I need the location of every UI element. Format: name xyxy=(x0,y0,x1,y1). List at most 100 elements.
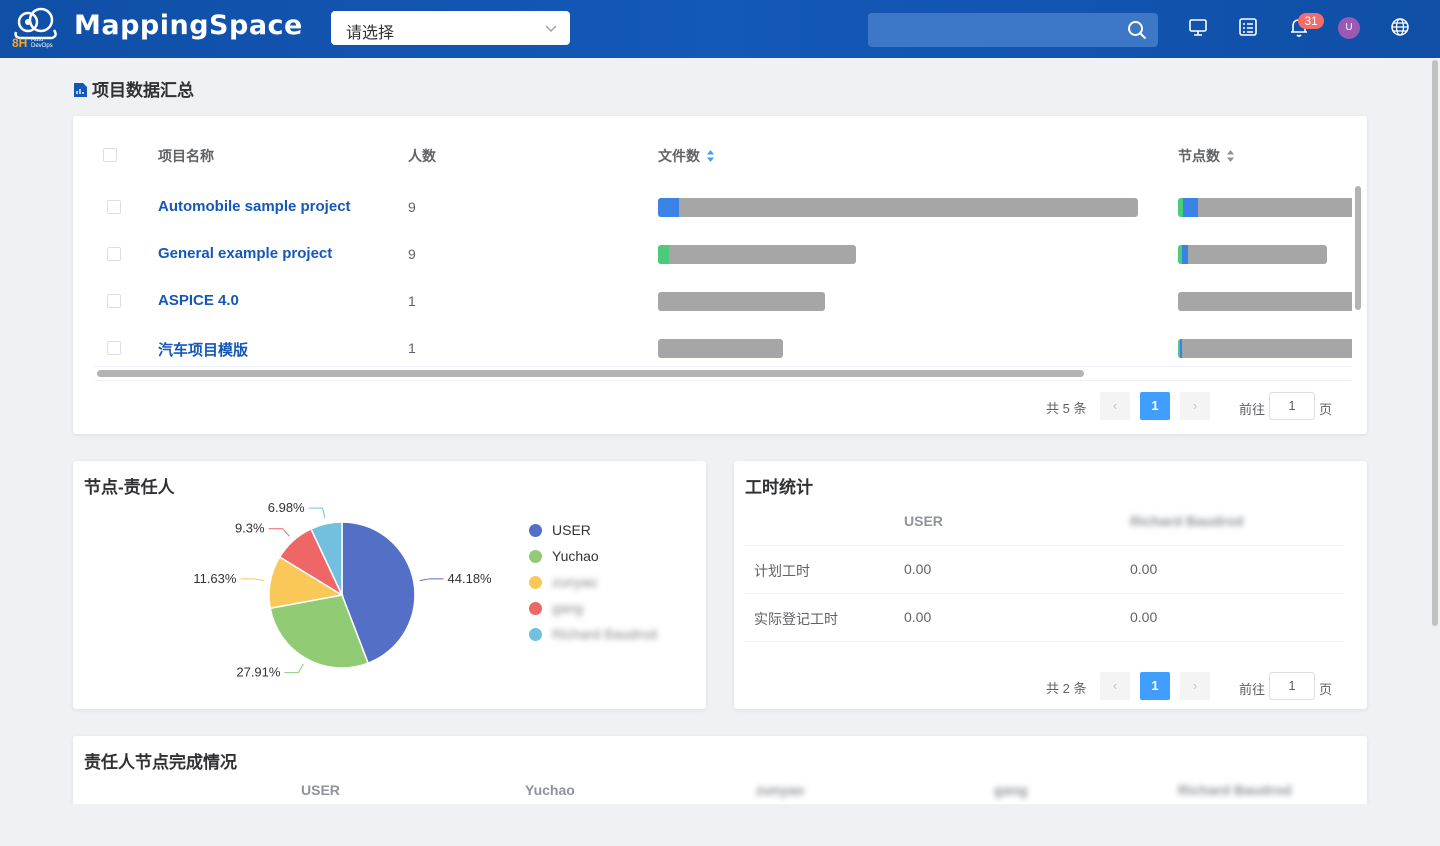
completion-card: 责任人节点完成情况 xyxy=(73,736,1367,804)
table-divider xyxy=(744,545,1344,546)
work-hours-column-header: Richard Baudrod xyxy=(1130,513,1244,529)
pie-data-label: 9.3% xyxy=(235,521,265,536)
pager-page-1[interactable]: 1 xyxy=(1140,392,1170,420)
table-divider xyxy=(744,593,1344,594)
project-people-count: 9 xyxy=(408,199,416,215)
completion-title: 责任人节点完成情况 xyxy=(84,753,237,772)
completion-column-header: Yuchao xyxy=(525,782,575,798)
legend-item-label[interactable]: zunyao xyxy=(552,574,597,590)
search-icon[interactable] xyxy=(1127,20,1147,40)
legend-item-label[interactable]: Richard Baudrod xyxy=(552,626,657,642)
legend-dot xyxy=(529,524,542,537)
pager-goto-label: 前往 xyxy=(1239,682,1266,697)
completion-column-header: zunyao xyxy=(756,782,805,798)
files-bar xyxy=(658,245,856,264)
logo-subtext: Auto DevOps xyxy=(31,37,53,49)
pager-page-suffix: 页 xyxy=(1319,402,1333,417)
monitor-icon[interactable] xyxy=(1187,16,1209,38)
sort-icon[interactable] xyxy=(1226,149,1235,163)
work-hours-column-header: USER xyxy=(904,513,943,529)
pie-label-line xyxy=(419,578,444,582)
column-header-nodes[interactable]: 节点数 xyxy=(1178,146,1235,166)
project-name-link[interactable]: Automobile sample project xyxy=(158,198,351,215)
logo-text: 8H xyxy=(12,36,28,50)
pager-next-button[interactable]: › xyxy=(1180,672,1210,700)
files-bar xyxy=(658,292,825,311)
column-header-people: 人数 xyxy=(408,148,436,164)
project-select-value: 请选择 xyxy=(346,25,395,42)
pager-next-button[interactable]: › xyxy=(1180,392,1210,420)
page-scrollbar[interactable] xyxy=(1432,60,1438,626)
brand-name[interactable]: MappingSpace xyxy=(74,10,303,41)
column-header-files[interactable]: 文件数 xyxy=(658,146,715,166)
files-bar xyxy=(658,339,783,358)
pager-goto-label: 前往 xyxy=(1239,402,1266,417)
table-divider xyxy=(95,366,1352,367)
legend-item-label[interactable]: USER xyxy=(552,522,591,538)
summary-card xyxy=(73,116,1367,434)
vertical-scroll-thumb[interactable] xyxy=(1355,186,1361,310)
pager-goto-input[interactable]: 1 xyxy=(1269,672,1315,700)
pager-page-1[interactable]: 1 xyxy=(1140,672,1170,700)
work-hours-cell: 0.00 xyxy=(904,609,932,625)
task-list-icon[interactable] xyxy=(1237,16,1259,38)
pager-prev-button[interactable]: ‹ xyxy=(1100,392,1130,420)
notification-badge: 31 xyxy=(1298,13,1324,29)
pager-goto-input[interactable]: 1 xyxy=(1269,392,1315,420)
project-people-count: 9 xyxy=(408,246,416,262)
horizontal-scroll-thumb[interactable] xyxy=(97,370,1084,377)
table-bottom-line xyxy=(95,380,1352,381)
nodes-bar xyxy=(1178,339,1352,358)
legend-item-label[interactable]: Yuchao xyxy=(552,548,599,564)
column-header-nodes-label: 节点数 xyxy=(1178,148,1220,164)
pie-data-label: 27.91% xyxy=(236,665,281,680)
row-checkbox[interactable] xyxy=(107,247,121,261)
nodes-bar xyxy=(1178,245,1327,264)
chevron-down-icon xyxy=(545,25,557,33)
globe-icon[interactable] xyxy=(1389,16,1411,38)
sort-icon[interactable] xyxy=(706,149,715,163)
work-hours-cell: 0.00 xyxy=(904,561,932,577)
project-name-link[interactable]: General example project xyxy=(158,245,332,262)
pie-data-label: 11.63% xyxy=(193,571,237,586)
row-checkbox[interactable] xyxy=(107,341,121,355)
legend-dot xyxy=(529,602,542,615)
project-people-count: 1 xyxy=(408,340,416,356)
pie-label-line xyxy=(308,507,326,519)
pager-total: 共 2 条 xyxy=(1046,681,1087,696)
section-title-text: 项目数据汇总 xyxy=(92,81,194,100)
project-name-link[interactable]: 汽车项目模版 xyxy=(158,339,248,360)
project-select[interactable]: 请选择 xyxy=(331,11,570,45)
search-input[interactable] xyxy=(868,13,1158,47)
pie-data-label: 6.98% xyxy=(268,500,305,515)
report-file-icon xyxy=(74,83,87,97)
section-title: 项目数据汇总 xyxy=(73,76,194,101)
horizontal-scrollbar[interactable] xyxy=(95,369,1352,378)
nodes-bar xyxy=(1178,198,1352,217)
nodes-bar xyxy=(1178,292,1352,311)
legend-item-label[interactable]: gang xyxy=(552,600,583,616)
pager-total: 共 5 条 xyxy=(1046,401,1087,416)
avatar[interactable]: U xyxy=(1338,17,1360,39)
vertical-scrollbar[interactable] xyxy=(1353,184,1363,364)
row-checkbox[interactable] xyxy=(107,294,121,308)
row-checkbox[interactable] xyxy=(107,200,121,214)
select-all-checkbox[interactable] xyxy=(103,148,117,162)
pie-label-line xyxy=(268,528,290,537)
column-header-name: 项目名称 xyxy=(158,148,214,164)
project-name-link[interactable]: ASPICE 4.0 xyxy=(158,292,239,309)
completion-column-header: gang xyxy=(994,782,1028,798)
completion-column-header: Richard Baudrod xyxy=(1178,782,1292,798)
table-divider xyxy=(744,641,1344,642)
pie-chart: 44.18% 27.91% 11.63% 9.3%6.98% xyxy=(193,500,493,680)
legend-dot xyxy=(529,628,542,641)
files-bar xyxy=(658,198,1138,217)
pie-data-label: 44.18% xyxy=(448,571,493,586)
top-navbar: 8H Auto DevOps MappingSpace 请选择 31 U xyxy=(0,0,1440,58)
work-hours-row-label: 实际登记工时 xyxy=(754,611,838,627)
legend-dot xyxy=(529,576,542,589)
pager-prev-button[interactable]: ‹ xyxy=(1100,672,1130,700)
page-footer-space xyxy=(0,804,1440,846)
work-hours-cell: 0.00 xyxy=(1130,609,1158,625)
pie-label-line xyxy=(240,578,265,582)
